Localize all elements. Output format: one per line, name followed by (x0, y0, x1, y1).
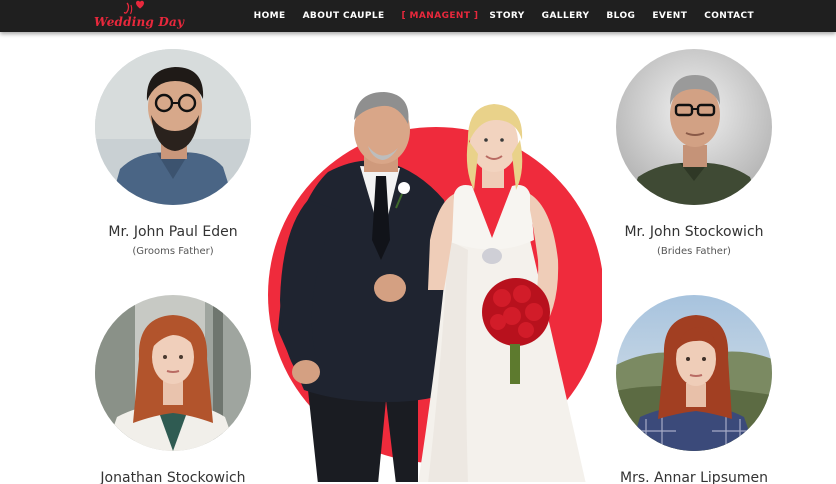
member-name: Mr. John Stockowich (624, 224, 764, 240)
page: Wedding Day HOME ABOUT CAUPLE [ MANAGENT… (0, 0, 836, 484)
top-navbar: Wedding Day HOME ABOUT CAUPLE [ MANAGENT… (0, 0, 836, 32)
member-name: Jonathan Stockowich (100, 470, 246, 484)
nav-item-about-couple[interactable]: ABOUT CAUPLE (303, 11, 385, 21)
site-logo[interactable]: Wedding Day (94, 0, 185, 32)
member-name: Mrs. Annar Lipsumen (619, 470, 768, 484)
portrait-woman-outdoor (616, 295, 772, 451)
avatar-grooms-father (95, 49, 251, 205)
member-role: (Grooms Father) (132, 246, 214, 257)
nav-item-gallery[interactable]: GALLERY (542, 11, 590, 21)
member-card-jonathan-stockowich: Jonathan Stockowich (83, 295, 263, 484)
avatar-annar-lipsumen (616, 295, 772, 451)
bride-and-father-illustration (268, 92, 604, 484)
member-card-annar-lipsumen: Mrs. Annar Lipsumen (604, 295, 784, 484)
nav-item-contact[interactable]: CONTACT (704, 11, 754, 21)
member-card-grooms-father: Mr. John Paul Eden (Grooms Father) (83, 49, 263, 257)
nav-item-story[interactable]: STORY (489, 11, 524, 21)
nav-item-management[interactable]: [ MANAGENT ] (402, 11, 479, 21)
member-card-brides-father: Mr. John Stockowich (Brides Father) (604, 49, 784, 257)
logo-text: Wedding Day (94, 15, 185, 29)
nav-item-home[interactable]: HOME (254, 11, 286, 21)
main-nav: HOME ABOUT CAUPLE [ MANAGENT ] STORY GAL… (237, 0, 754, 32)
avatar-brides-father (616, 49, 772, 205)
member-role: (Brides Father) (657, 246, 731, 257)
couple-feature-photo (268, 90, 604, 484)
avatar-jonathan-stockowich (95, 295, 251, 451)
portrait-older-man-glasses (616, 49, 772, 205)
nav-item-event[interactable]: EVENT (652, 11, 687, 21)
portrait-man-beard-glasses (95, 49, 251, 205)
nav-item-blog[interactable]: BLOG (606, 11, 635, 21)
member-name: Mr. John Paul Eden (108, 224, 238, 240)
portrait-redhead-woman (95, 295, 251, 451)
